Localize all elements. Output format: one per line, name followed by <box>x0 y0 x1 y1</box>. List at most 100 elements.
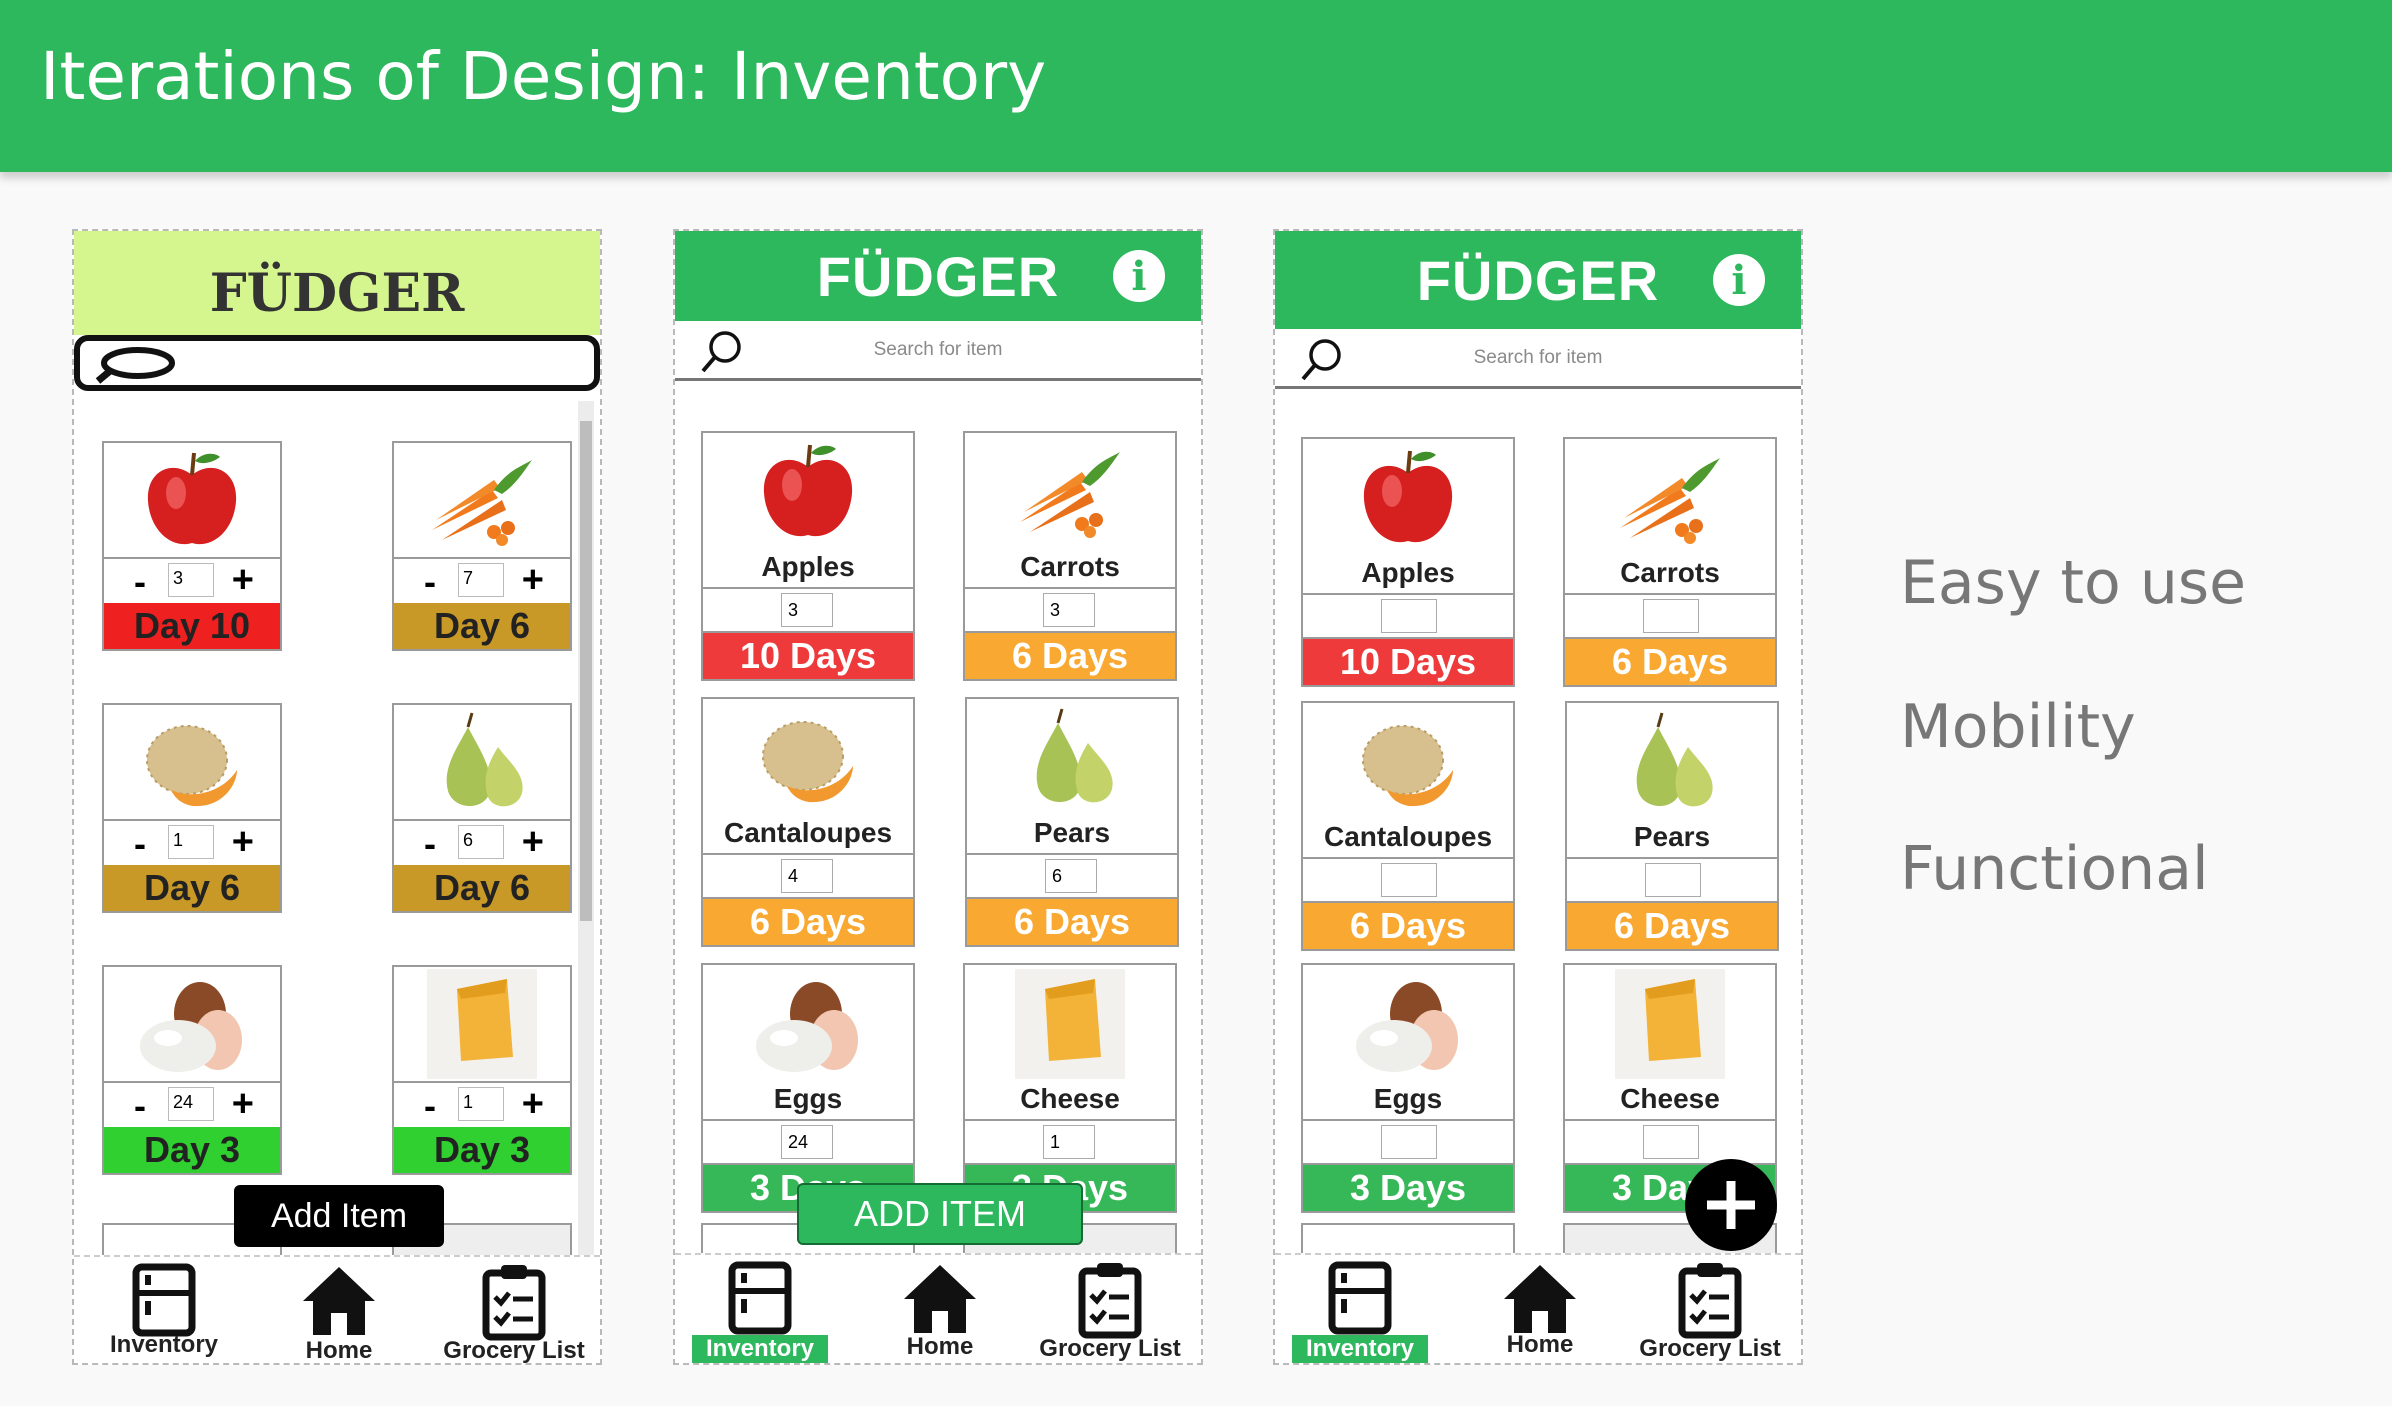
decrement-button[interactable]: - <box>424 1085 436 1127</box>
quantity-field[interactable]: 24 <box>781 1125 833 1159</box>
quantity-stepper[interactable]: - 3 + <box>104 557 280 603</box>
increment-button[interactable]: + <box>522 1083 544 1126</box>
brand-logo: FÜDGER <box>1416 248 1660 312</box>
quantity-field[interactable]: 6 <box>458 825 504 859</box>
nav-grocery-list[interactable]: Grocery List <box>1025 1255 1195 1363</box>
quantity-field[interactable] <box>1643 1125 1699 1159</box>
nav-label: Inventory <box>692 1335 828 1363</box>
quantity-stepper[interactable]: - 6 + <box>394 819 570 865</box>
decrement-button[interactable]: - <box>424 561 436 603</box>
nav-home[interactable]: Home <box>254 1257 424 1364</box>
increment-button[interactable]: + <box>232 1083 254 1126</box>
search-input[interactable]: Search for item <box>675 321 1201 381</box>
item-card-eggs[interactable]: Eggs 24 3 Days <box>701 963 915 1213</box>
quantity-field[interactable] <box>1643 599 1699 633</box>
item-card-pears[interactable]: Pears 6 Days <box>1565 701 1779 951</box>
quantity-stepper[interactable]: - 24 + <box>104 1081 280 1127</box>
item-card-cantaloupes[interactable]: Cantaloupes 4 6 Days <box>701 697 915 947</box>
quantity-field[interactable] <box>1381 1125 1437 1159</box>
quantity-field[interactable]: 1 <box>458 1087 504 1121</box>
increment-button[interactable]: + <box>522 821 544 864</box>
quantity-field[interactable]: 7 <box>458 563 504 597</box>
increment-button[interactable]: + <box>232 821 254 864</box>
decrement-button[interactable]: - <box>134 823 146 865</box>
nav-label: Inventory <box>109 1331 219 1358</box>
item-card-cheese[interactable]: Cheese 1 3 Days <box>963 963 1177 1213</box>
slide-header: Iterations of Design: Inventory <box>0 0 2392 172</box>
nav-label: Inventory <box>1292 1335 1428 1363</box>
item-card-carrots[interactable]: - 7 + Day 6 <box>392 441 572 651</box>
info-icon[interactable]: i <box>1713 254 1765 306</box>
item-card-eggs[interactable]: Eggs 3 Days <box>1301 963 1515 1213</box>
quantity-field[interactable]: 1 <box>168 825 214 859</box>
item-name: Pears <box>1633 821 1711 852</box>
quantity-field[interactable] <box>1645 863 1701 897</box>
decrement-button[interactable]: - <box>424 823 436 865</box>
carrot-image <box>1565 439 1775 557</box>
quantity-field[interactable]: 24 <box>168 1087 214 1121</box>
quantity-field[interactable]: 1 <box>1043 1125 1095 1159</box>
quantity-row <box>1565 593 1775 639</box>
info-icon[interactable]: i <box>1113 250 1165 302</box>
nav-home[interactable]: Home <box>1455 1255 1625 1363</box>
fridge-icon <box>728 1261 792 1335</box>
item-card-carrots[interactable]: Carrots 6 Days <box>1563 437 1777 687</box>
app-header-v3: FÜDGER i <box>1275 231 1801 329</box>
expiry-badge: 6 Days <box>967 899 1177 945</box>
item-card-cantaloupes[interactable]: - 1 + Day 6 <box>102 703 282 913</box>
item-card-cantaloupes[interactable]: Cantaloupes 6 Days <box>1301 701 1515 951</box>
item-card-pears[interactable]: Pears 6 6 Days <box>965 697 1179 947</box>
brand-logo: FÜDGER <box>816 244 1060 308</box>
fridge-icon <box>1328 1261 1392 1335</box>
pear-image <box>967 699 1177 817</box>
item-card-apples[interactable]: - 3 + Day 10 <box>102 441 282 651</box>
expiry-badge: Day 3 <box>394 1127 570 1173</box>
scrollbar[interactable] <box>578 401 594 1261</box>
quantity-field[interactable] <box>1381 599 1437 633</box>
increment-button[interactable]: + <box>522 559 544 602</box>
search-input[interactable]: Search for item <box>1275 329 1801 389</box>
quantity-field[interactable]: 3 <box>781 593 833 627</box>
slide-title: Iterations of Design: Inventory <box>40 38 1047 115</box>
clipboard-icon <box>1678 1263 1742 1339</box>
item-name: Eggs <box>1373 1083 1443 1114</box>
add-item-button[interactable]: ADD ITEM <box>797 1183 1083 1245</box>
add-item-button[interactable]: Add Item <box>234 1185 444 1247</box>
quantity-stepper[interactable]: - 1 + <box>104 819 280 865</box>
quantity-field[interactable]: 3 <box>168 563 214 597</box>
quantity-stepper[interactable]: - 7 + <box>394 557 570 603</box>
expiry-badge: 10 Days <box>1303 639 1513 685</box>
quantity-stepper[interactable]: - 1 + <box>394 1081 570 1127</box>
item-name: Pears <box>1033 817 1111 848</box>
quantity-field[interactable] <box>1381 863 1437 897</box>
search-input[interactable] <box>74 335 600 391</box>
scrollbar-thumb[interactable] <box>580 421 592 921</box>
search-icon <box>95 347 175 384</box>
item-card-eggs[interactable]: - 24 + Day 3 <box>102 965 282 1175</box>
eggs-image <box>1303 965 1513 1083</box>
nav-home[interactable]: Home <box>855 1255 1025 1363</box>
item-card-apples[interactable]: Apples 3 10 Days <box>701 431 915 681</box>
item-card-pears[interactable]: - 6 + Day 6 <box>392 703 572 913</box>
apple-image <box>104 443 280 557</box>
item-card-apples[interactable]: Apples 10 Days <box>1301 437 1515 687</box>
brand-logo: FÜDGER <box>209 262 465 324</box>
nav-inventory[interactable]: Inventory <box>1275 1255 1445 1363</box>
clipboard-icon <box>1078 1263 1142 1339</box>
nav-inventory[interactable]: Inventory <box>79 1257 249 1363</box>
quantity-field[interactable]: 3 <box>1043 593 1095 627</box>
app-header-v1: FÜDGER <box>74 231 600 335</box>
nav-inventory[interactable]: Inventory <box>675 1255 845 1363</box>
quantity-field[interactable]: 4 <box>781 859 833 893</box>
item-card-carrots[interactable]: Carrots 3 6 Days <box>963 431 1177 681</box>
decrement-button[interactable]: - <box>134 1085 146 1127</box>
nav-grocery-list[interactable]: Grocery List <box>429 1257 599 1363</box>
expiry-badge: 6 Days <box>1567 903 1777 949</box>
nav-grocery-list[interactable]: Grocery List <box>1625 1255 1795 1363</box>
nav-label: Home <box>305 1337 373 1364</box>
item-card-cheese[interactable]: - 1 + Day 3 <box>392 965 572 1175</box>
increment-button[interactable]: + <box>232 559 254 602</box>
decrement-button[interactable]: - <box>134 561 146 603</box>
add-item-fab[interactable] <box>1685 1159 1777 1251</box>
quantity-field[interactable]: 6 <box>1045 859 1097 893</box>
